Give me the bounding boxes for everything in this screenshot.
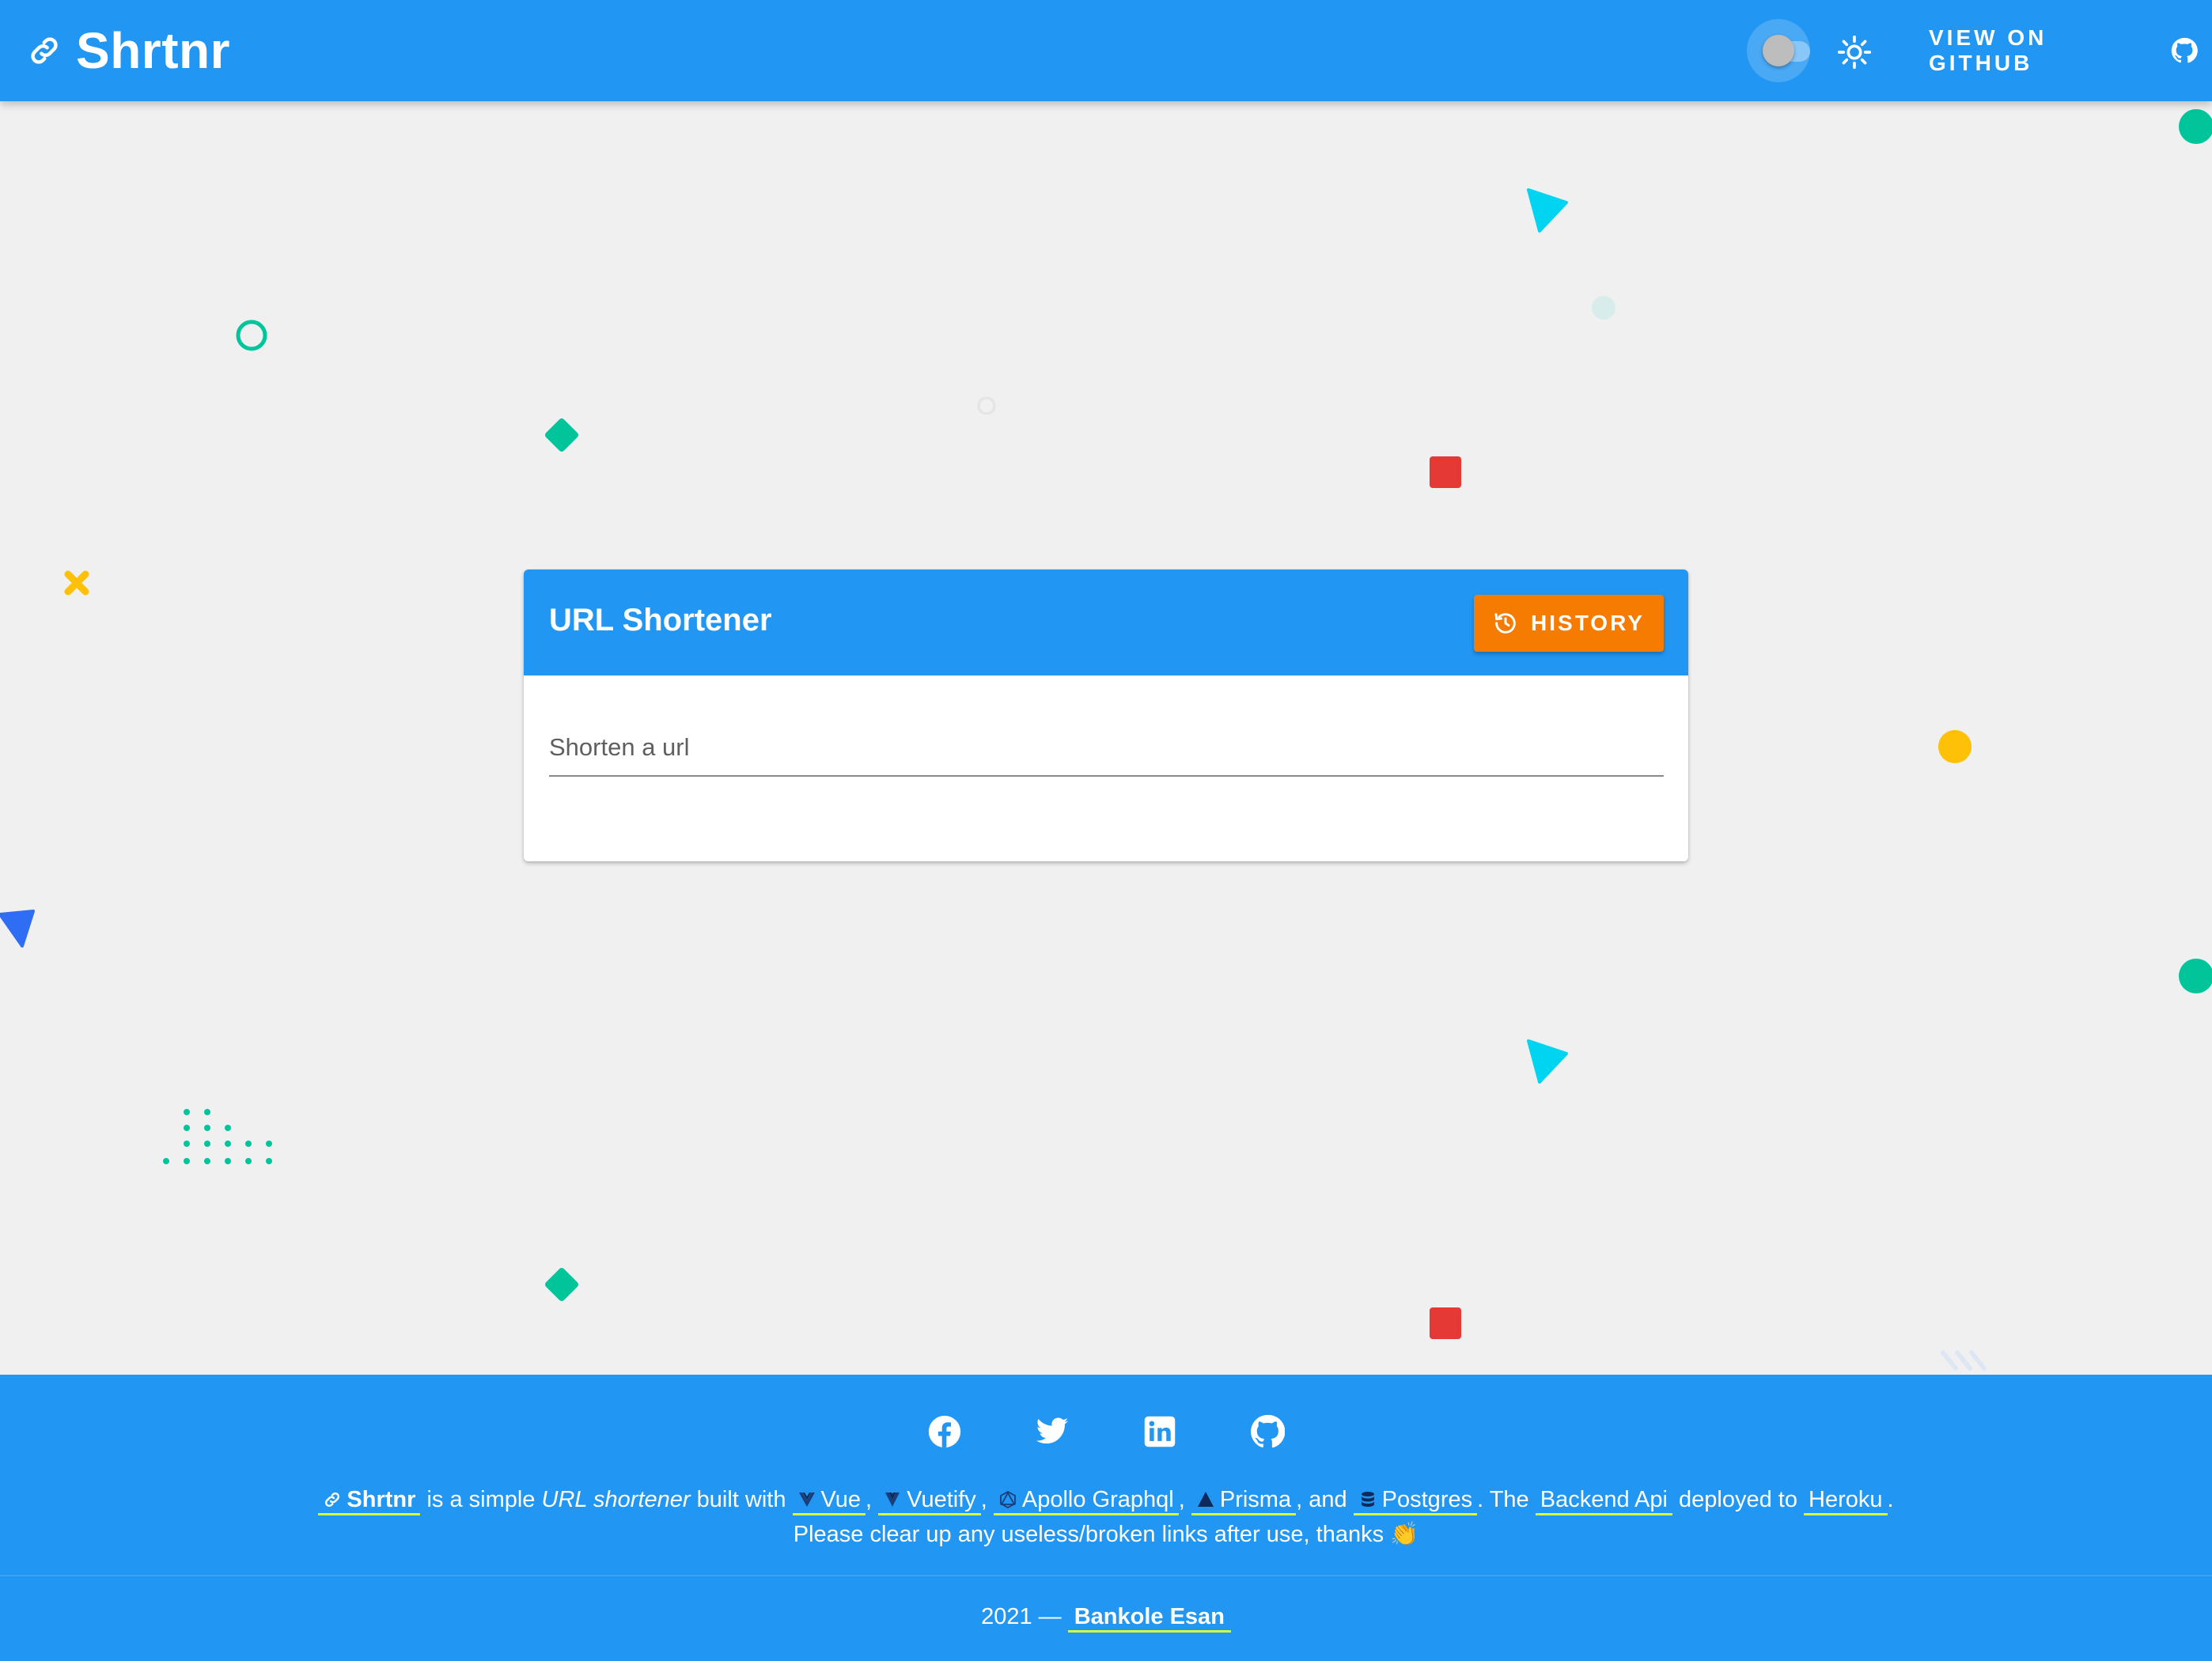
facebook-link[interactable] bbox=[922, 1409, 967, 1454]
footer: Shrtnr is a simple URL shortener built w… bbox=[0, 1375, 2212, 1661]
decor-circle-green-2 bbox=[2179, 959, 2212, 993]
about-line-1: Shrtnr is a simple URL shortener built w… bbox=[0, 1482, 2212, 1517]
app-title: Shrtnr bbox=[76, 22, 230, 79]
link-icon bbox=[325, 1492, 340, 1508]
facebook-icon bbox=[928, 1415, 961, 1448]
decor-dot-pale bbox=[1592, 296, 1615, 320]
github-button-label: VIEW ON GITHUB bbox=[1929, 25, 2047, 75]
github-icon bbox=[2172, 37, 2198, 63]
about-text: Shrtnr is a simple URL shortener built w… bbox=[0, 1482, 2212, 1552]
history-button[interactable]: HISTORY bbox=[1474, 595, 1664, 652]
brand-link[interactable]: Shrtnr bbox=[27, 19, 230, 82]
about-text-4: . The bbox=[1477, 1487, 1536, 1512]
twitter-link[interactable] bbox=[1030, 1409, 1074, 1454]
copyright-year: 2021 — bbox=[981, 1604, 1062, 1629]
about-text-5: deployed to bbox=[1672, 1487, 1805, 1512]
github-link[interactable] bbox=[1245, 1409, 1290, 1454]
shrtnr-link-label: Shrtnr bbox=[347, 1487, 416, 1512]
vue-icon bbox=[798, 1493, 815, 1507]
prisma-icon bbox=[1197, 1492, 1214, 1507]
postgres-link-label: Postgres bbox=[1381, 1487, 1473, 1512]
about-text-2: built with bbox=[690, 1487, 793, 1512]
heroku-link-label: Heroku bbox=[1809, 1487, 1883, 1512]
decor-diamond-green bbox=[545, 418, 578, 452]
comma: , bbox=[865, 1487, 879, 1512]
postgres-link[interactable]: Postgres bbox=[1353, 1487, 1478, 1515]
social-links bbox=[0, 1409, 2212, 1457]
vuetify-link-label: Vuetify bbox=[907, 1487, 976, 1512]
footer-divider bbox=[0, 1575, 2212, 1576]
apollo-link[interactable]: Apollo Graphql bbox=[993, 1487, 1179, 1515]
decor-circle-yellow bbox=[1938, 730, 1971, 763]
graphql-icon bbox=[999, 1490, 1016, 1509]
backend-api-link[interactable]: Backend Api bbox=[1535, 1487, 1672, 1515]
database-icon bbox=[1361, 1492, 1374, 1507]
card-title: URL Shortener bbox=[549, 603, 772, 638]
decor-square-red bbox=[1430, 456, 1461, 488]
linkedin-link[interactable] bbox=[1138, 1409, 1182, 1454]
twitter-icon bbox=[1036, 1417, 1069, 1444]
about-text-1: is a simple bbox=[420, 1487, 542, 1512]
vuetify-icon bbox=[885, 1493, 900, 1507]
prisma-link[interactable]: Prisma bbox=[1191, 1487, 1297, 1515]
comma: , bbox=[1178, 1487, 1191, 1512]
theme-toggle-switch[interactable] bbox=[1745, 17, 1816, 84]
github-icon bbox=[1251, 1414, 1285, 1448]
about-text-6: . bbox=[1887, 1487, 1894, 1512]
link-icon bbox=[31, 37, 58, 64]
heroku-link[interactable]: Heroku bbox=[1804, 1487, 1888, 1515]
about-line-2: Please clear up any useless/broken links… bbox=[793, 1522, 1419, 1547]
author-link[interactable]: Bankole Esan bbox=[1067, 1604, 1231, 1633]
comma: , bbox=[980, 1487, 994, 1512]
vue-link-label: Vue bbox=[820, 1487, 862, 1512]
vue-link[interactable]: Vue bbox=[792, 1487, 866, 1515]
decor-square-red-2 bbox=[1430, 1307, 1461, 1339]
decor-cross-yellow bbox=[64, 570, 89, 596]
decor-ring-faint bbox=[977, 396, 996, 415]
backend-api-link-label: Backend Api bbox=[1540, 1487, 1668, 1512]
shrtnr-link[interactable]: Shrtnr bbox=[318, 1487, 421, 1515]
copyright: 2021 — Bankole Esan bbox=[0, 1604, 2212, 1633]
about-text-3: , and bbox=[1296, 1487, 1354, 1512]
about-emphasis: URL shortener bbox=[541, 1487, 691, 1512]
decor-triangle-cyan bbox=[1527, 188, 1568, 233]
apollo-link-label: Apollo Graphql bbox=[1021, 1487, 1174, 1512]
decor-zigzag-faint bbox=[1941, 1350, 1987, 1371]
history-button-label: HISTORY bbox=[1531, 611, 1645, 635]
app-bar: Shrtnr VIEW ON GITHUB bbox=[0, 0, 2212, 101]
view-on-github-button[interactable]: VIEW ON GITHUB bbox=[1915, 24, 2212, 78]
shorten-url-input[interactable] bbox=[549, 720, 1664, 777]
vuetify-link[interactable]: Vuetify bbox=[878, 1487, 981, 1515]
decor-triangle-cyan-2 bbox=[1527, 1039, 1568, 1084]
card-header: URL Shortener HISTORY bbox=[524, 569, 1688, 675]
decor-dot-grid bbox=[163, 1109, 272, 1164]
decor-diamond-green-2 bbox=[545, 1268, 578, 1301]
url-shortener-card: URL Shortener HISTORY bbox=[524, 569, 1688, 861]
decor-triangle-blue bbox=[0, 910, 35, 948]
decor-circle-green bbox=[2179, 109, 2212, 144]
decor-ring-green bbox=[236, 320, 267, 351]
brightness-icon[interactable] bbox=[1837, 35, 1872, 70]
prisma-link-label: Prisma bbox=[1219, 1487, 1292, 1512]
switch-thumb bbox=[1763, 35, 1794, 66]
history-icon bbox=[1494, 613, 1516, 634]
linkedin-icon bbox=[1144, 1416, 1176, 1447]
